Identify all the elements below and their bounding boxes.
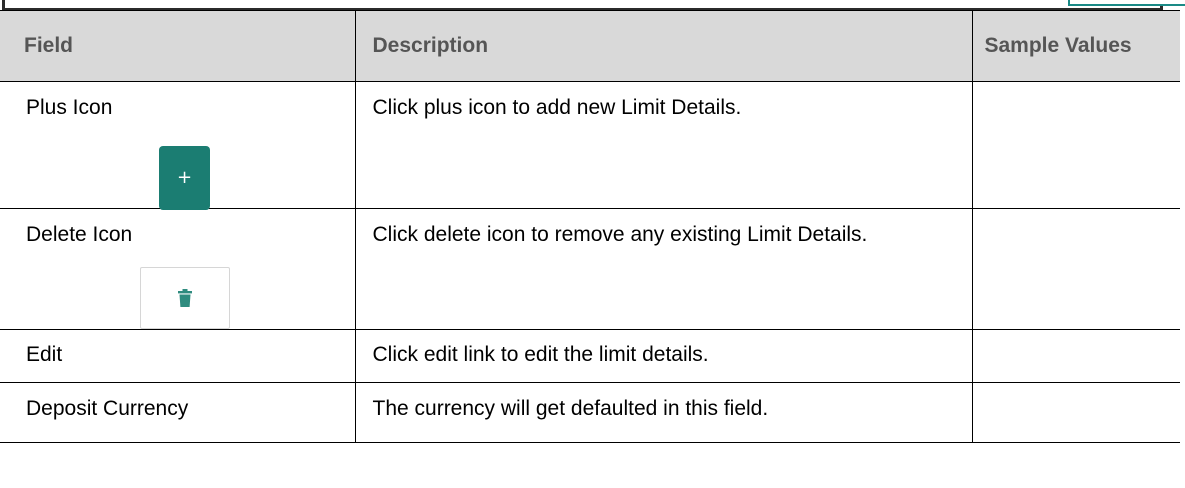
cropped-button	[1068, 0, 1185, 6]
table-header-row: Field Description Sample Values	[0, 10, 1180, 82]
description-cell: Click plus icon to add new Limit Details…	[354, 81, 973, 209]
field-name: Deposit Currency	[26, 397, 189, 420]
table-row: Delete Icon Click delete icon to remove …	[0, 208, 1180, 330]
field-cell: Delete Icon	[0, 208, 356, 330]
field-description: Click edit link to edit the limit detail…	[372, 343, 709, 366]
field-description: Click delete icon to remove any existing…	[372, 223, 868, 246]
field-description: The currency will get defaulted in this …	[372, 397, 769, 420]
description-cell: Click delete icon to remove any existing…	[354, 208, 973, 330]
field-cell: Edit	[0, 329, 356, 383]
field-name: Delete Icon	[26, 223, 133, 246]
sample-values-cell	[971, 208, 1180, 330]
field-description-table: Field Description Sample Values Plus Ico…	[0, 10, 1180, 443]
delete-button-image	[140, 267, 230, 329]
table-row: Edit Click edit link to edit the limit d…	[0, 329, 1180, 383]
plus-icon: +	[159, 146, 210, 210]
table-row: Plus Icon + Click plus icon to add new L…	[0, 81, 1180, 210]
header-description: Description	[355, 10, 973, 82]
field-name: Plus Icon	[26, 96, 113, 119]
field-name: Edit	[26, 343, 63, 366]
description-cell: Click edit link to edit the limit detail…	[354, 329, 973, 383]
sample-values-cell	[971, 81, 1180, 209]
sample-values-cell	[971, 329, 1180, 383]
table-row: Deposit Currency The currency will get d…	[0, 382, 1180, 443]
trash-icon	[178, 289, 192, 307]
header-sample-values: Sample Values	[972, 10, 1180, 82]
description-cell: The currency will get defaulted in this …	[354, 382, 973, 443]
sample-values-cell	[971, 382, 1180, 443]
header-field: Field	[0, 10, 356, 82]
field-description: Click plus icon to add new Limit Details…	[372, 96, 742, 119]
field-cell: Deposit Currency	[0, 382, 356, 443]
field-cell: Plus Icon +	[0, 81, 356, 210]
